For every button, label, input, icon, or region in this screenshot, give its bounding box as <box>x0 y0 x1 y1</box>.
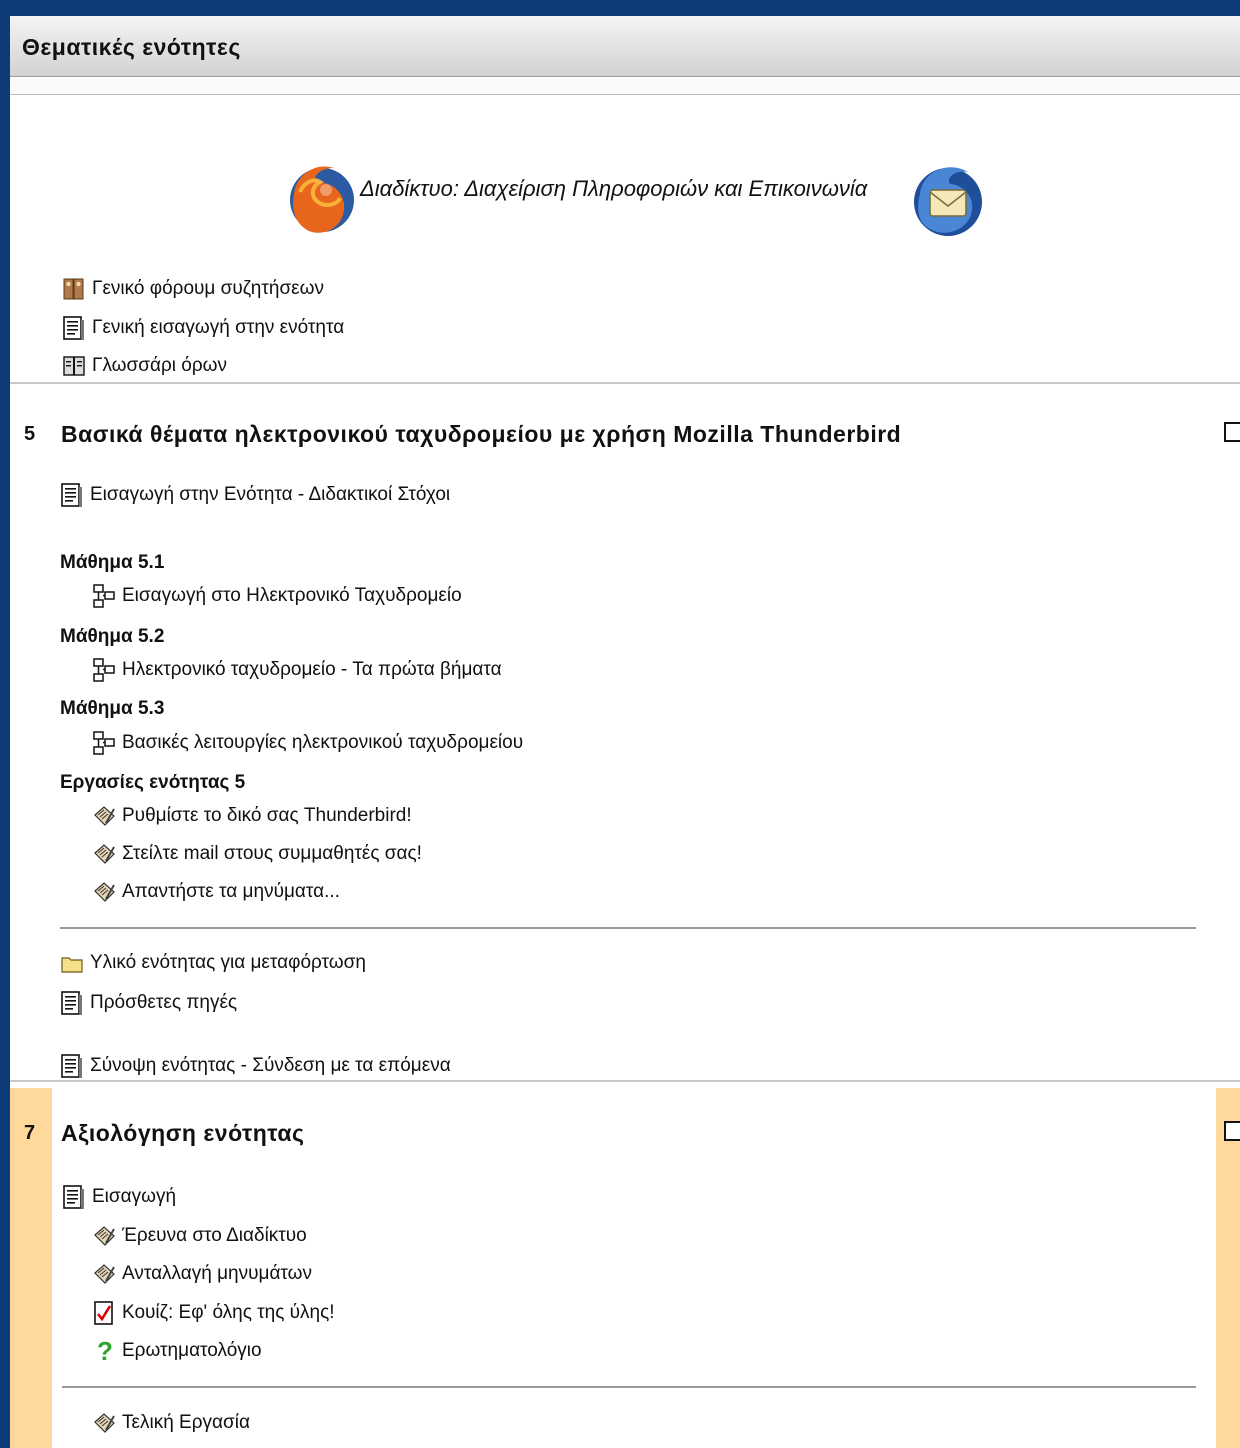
materials-folder-label: Υλικό ενότητας για μεταφόρτωση <box>90 952 366 973</box>
assignment-icon <box>92 879 116 905</box>
questionnaire-label: Ερωτηματολόγιο <box>122 1340 262 1361</box>
page-icon <box>62 315 86 341</box>
task-label: Ρυθμίστε το δικό σας Thunderbird! <box>122 805 412 826</box>
section-5-intro-link[interactable]: Εισαγωγή στην Ενότητα - Διδακτικοί Στόχο… <box>60 482 450 508</box>
course-title: Διαδίκτυο: Διαχείριση Πληροφοριών και Επ… <box>360 176 868 201</box>
quiz-icon <box>92 1300 116 1326</box>
lesson-link[interactable]: Εισαγωγή στο Ηλεκτρονικό Ταχυδρομείο <box>92 583 462 609</box>
final-assignment-label: Τελική Εργασία <box>122 1412 250 1433</box>
assessment-item-link[interactable]: Έρευνα στο Διαδίκτυο <box>92 1223 307 1249</box>
thunderbird-logo-icon <box>914 167 982 236</box>
section-7: 7 Αξιολόγηση ενότητας Εισαγωγή Έρευνα στ… <box>10 1088 1240 1448</box>
page-icon <box>60 990 84 1016</box>
questionnaire-icon <box>92 1338 116 1364</box>
section-5-highlight-checkbox[interactable] <box>1224 422 1240 442</box>
header-strip <box>10 78 1240 95</box>
section-title: Βασικά θέματα ηλεκτρονικού ταχυδρομείου … <box>61 421 902 447</box>
task-link[interactable]: Ρυθμίστε το δικό σας Thunderbird! <box>92 803 412 829</box>
firefox-logo-icon <box>290 166 354 233</box>
general-intro-label: Γενική εισαγωγή στην ενότητα <box>92 317 345 338</box>
section-7-intro-link[interactable]: Εισαγωγή <box>62 1184 176 1210</box>
general-forum-link[interactable]: Γενικό φόρουμ συζητήσεων <box>62 276 324 302</box>
assessment-item-link[interactable]: Ανταλλαγή μηνυμάτων <box>92 1261 312 1287</box>
topics-header: Θεματικές ενότητες <box>10 16 1240 77</box>
page-title: Θεματικές ενότητες <box>22 34 241 60</box>
assessment-item-label: Ανταλλαγή μηνυμάτων <box>122 1263 312 1284</box>
section-5-intro-label: Εισαγωγή στην Ενότητα - Διδακτικοί Στόχο… <box>90 484 451 505</box>
assignment-icon <box>92 841 116 867</box>
section-7-highlight-checkbox[interactable] <box>1224 1121 1240 1141</box>
lesson-label: Εισαγωγή στο Ηλεκτρονικό Ταχυδρομείο <box>122 585 462 606</box>
quiz-label: Κουίζ: Εφ' όλης της ύλης! <box>122 1302 335 1323</box>
section-divider <box>62 1386 1196 1388</box>
section-divider <box>60 927 1196 929</box>
lesson-label: Βασικές λειτουργίες ηλεκτρονικού ταχυδρο… <box>122 732 524 753</box>
section-5: 5 Βασικά θέματα ηλεκτρονικού ταχυδρομείο… <box>10 390 1240 1082</box>
task-label: Απαντήστε τα μηνύματα... <box>122 881 340 902</box>
lesson-heading: Μάθημα 5.1 <box>60 552 165 573</box>
lesson-icon <box>92 657 116 683</box>
course-banner: Διαδίκτυο: Διαχείριση Πληροφοριών και Επ… <box>286 154 986 249</box>
course-panel: Θεματικές ενότητες Διαδίκτυο: Διαχείριση… <box>10 16 1240 1448</box>
general-intro-link[interactable]: Γενική εισαγωγή στην ενότητα <box>62 315 344 341</box>
page-icon <box>60 1053 84 1079</box>
section-number: 5 <box>24 423 36 445</box>
forum-icon <box>62 276 86 302</box>
tasks-heading: Εργασίες ενότητας 5 <box>60 772 246 793</box>
task-link[interactable]: Απαντήστε τα μηνύματα... <box>92 879 340 905</box>
assignment-icon <box>92 1410 116 1436</box>
section-title: Αξιολόγηση ενότητας <box>61 1120 305 1146</box>
page-icon <box>62 1184 86 1210</box>
page-icon <box>60 482 84 508</box>
section-number: 7 <box>24 1122 36 1144</box>
task-label: Στείλτε mail στους συμμαθητές σας! <box>122 843 422 864</box>
lesson-heading: Μάθημα 5.3 <box>60 698 165 719</box>
assignment-icon <box>92 803 116 829</box>
glossary-link[interactable]: Γλωσσάρι όρων <box>62 353 227 379</box>
lesson-heading: Μάθημα 5.2 <box>60 626 165 647</box>
glossary-icon <box>62 353 86 379</box>
glossary-label: Γλωσσάρι όρων <box>92 355 227 376</box>
lesson-link[interactable]: Ηλεκτρονικό ταχυδρομείο - Τα πρώτα βήματ… <box>92 657 502 683</box>
assignment-icon <box>92 1261 116 1287</box>
task-link[interactable]: Στείλτε mail στους συμμαθητές σας! <box>92 841 422 867</box>
lesson-icon <box>92 730 116 756</box>
quiz-link[interactable]: Κουίζ: Εφ' όλης της ύλης! <box>92 1300 335 1326</box>
assignment-icon <box>92 1223 116 1249</box>
lesson-label: Ηλεκτρονικό ταχυδρομείο - Τα πρώτα βήματ… <box>122 659 502 680</box>
section-general: Διαδίκτυο: Διαχείριση Πληροφοριών και Επ… <box>10 96 1240 384</box>
folder-icon <box>60 950 84 976</box>
materials-folder-link[interactable]: Υλικό ενότητας για μεταφόρτωση <box>60 950 366 976</box>
extra-sources-link[interactable]: Πρόσθετες πηγές <box>60 990 237 1016</box>
lesson-icon <box>92 583 116 609</box>
section-7-intro-label: Εισαγωγή <box>92 1186 177 1207</box>
questionnaire-link[interactable]: Ερωτηματολόγιο <box>92 1338 262 1364</box>
summary-label: Σύνοψη ενότητας - Σύνδεση με τα επόμενα <box>90 1055 451 1076</box>
section-highlight-right <box>1216 1088 1240 1448</box>
lesson-link[interactable]: Βασικές λειτουργίες ηλεκτρονικού ταχυδρο… <box>92 730 523 756</box>
final-assignment-link[interactable]: Τελική Εργασία <box>92 1410 250 1436</box>
general-forum-label: Γενικό φόρουμ συζητήσεων <box>92 278 324 299</box>
assessment-item-label: Έρευνα στο Διαδίκτυο <box>122 1225 307 1246</box>
summary-link[interactable]: Σύνοψη ενότητας - Σύνδεση με τα επόμενα <box>60 1053 451 1079</box>
extra-sources-label: Πρόσθετες πηγές <box>90 992 238 1013</box>
